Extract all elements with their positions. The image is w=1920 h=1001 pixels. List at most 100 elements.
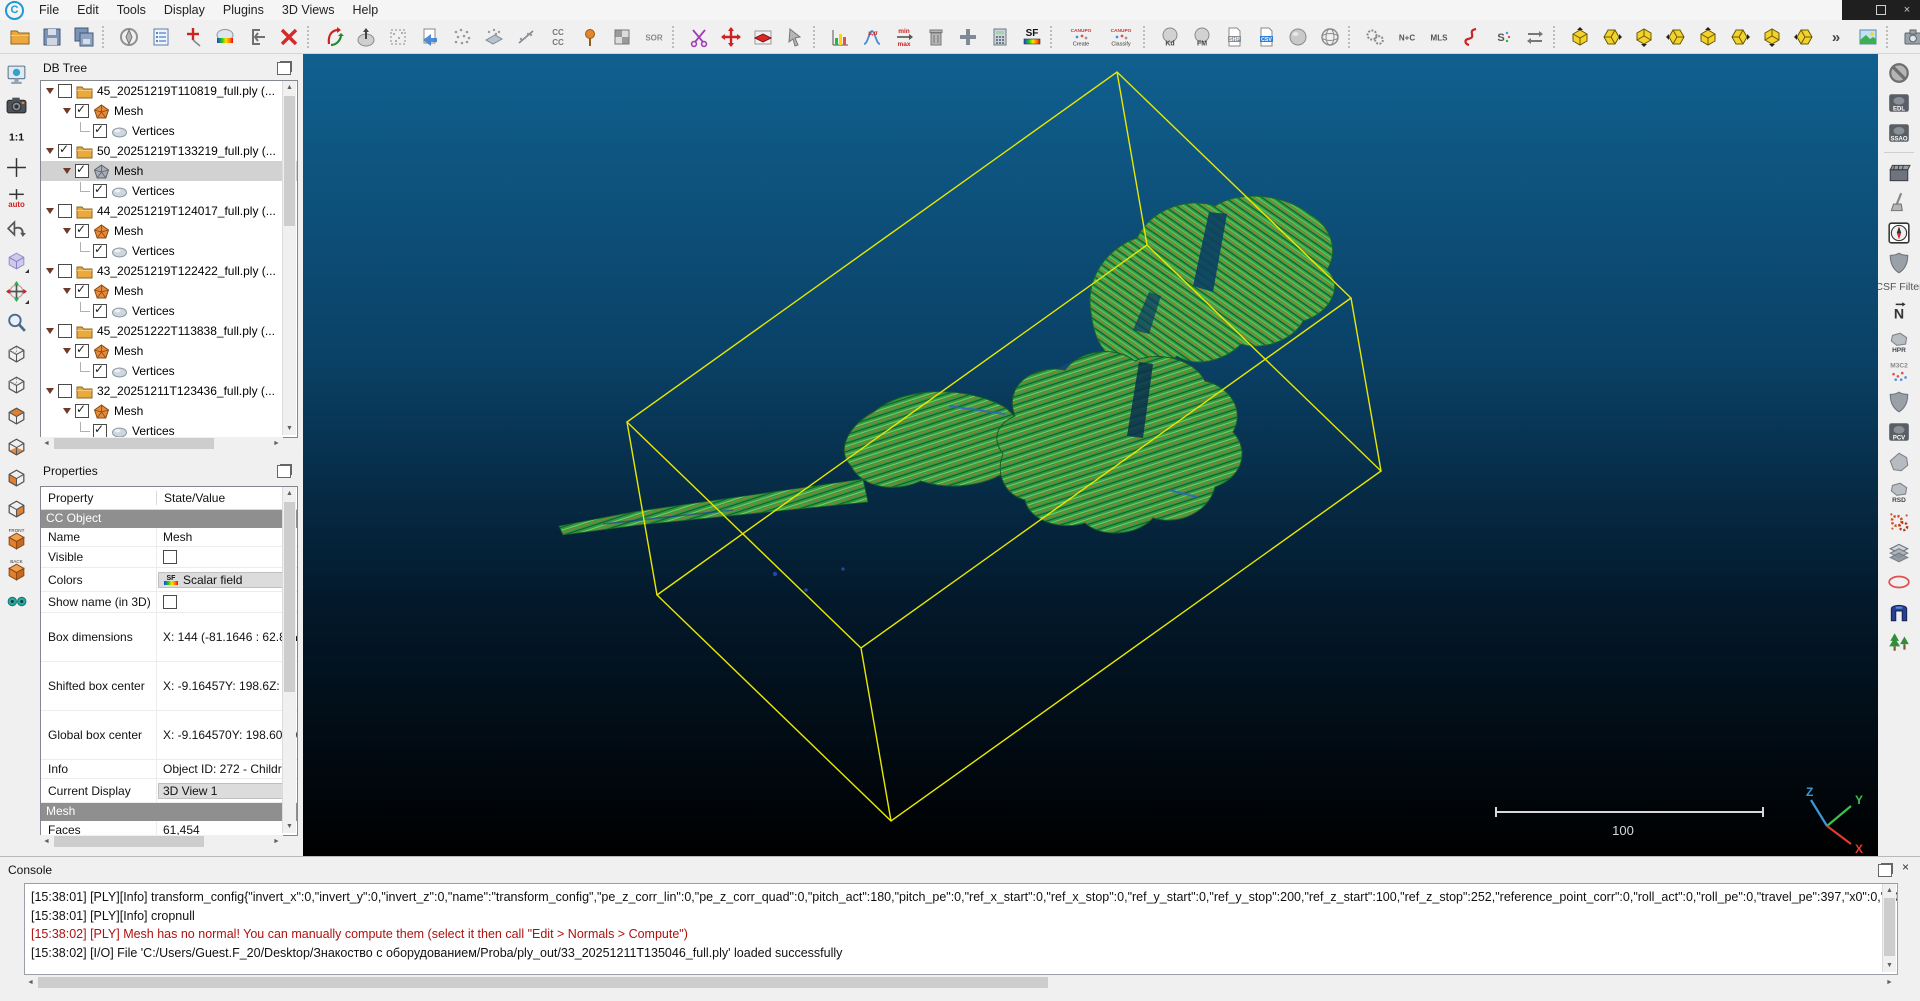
hough-plugin-button[interactable] (1887, 599, 1912, 624)
m3c2-plugin-button[interactable]: M3C2 (1887, 359, 1912, 384)
visible-checkbox[interactable] (163, 550, 177, 564)
db-tree-hscrollbar[interactable]: ◄ ► (40, 437, 283, 450)
segment-button[interactable] (685, 23, 713, 51)
box-tool-1-button[interactable] (1566, 23, 1594, 51)
rotate-view-button[interactable] (4, 217, 28, 241)
colors-dropdown[interactable]: SFScalar field (158, 572, 296, 588)
pivot-cross-button[interactable] (4, 155, 28, 179)
visibility-checkbox[interactable] (58, 324, 72, 338)
zoom-tool-button[interactable] (4, 310, 28, 334)
menu-tools[interactable]: Tools (108, 1, 155, 19)
canupo-classify-button[interactable]: CANUPOClassify (1103, 23, 1139, 51)
visibility-checkbox[interactable] (58, 264, 72, 278)
visibility-checkbox[interactable] (75, 284, 89, 298)
hpr-plugin-button[interactable]: HPR (1887, 329, 1912, 354)
toolbar-overflow-button[interactable]: » (1822, 23, 1850, 51)
broom-plugin-button[interactable] (1887, 190, 1912, 215)
sf-arithmetic-button[interactable] (986, 23, 1014, 51)
scroll-left-icon[interactable]: ◄ (40, 437, 53, 450)
pivot-auto-button[interactable]: auto (4, 186, 28, 210)
view-back-button[interactable]: BACK (4, 558, 28, 582)
db-tree-vthumb[interactable] (284, 96, 295, 226)
cross-section-button[interactable] (749, 23, 777, 51)
pick-point-button[interactable] (781, 23, 809, 51)
scroll-right-icon[interactable]: ► (270, 835, 283, 848)
open-button[interactable] (6, 23, 34, 51)
visibility-checkbox[interactable] (93, 424, 107, 438)
db-tree-vscrollbar[interactable]: ▲ ▼ (282, 81, 296, 435)
close-button[interactable]: × (1897, 1, 1917, 19)
statistical-test-button[interactable] (608, 23, 636, 51)
expand-arrow-icon[interactable] (63, 108, 71, 114)
view-iso-2-button[interactable] (4, 372, 28, 396)
s-dots-tool-button[interactable]: S (1489, 23, 1517, 51)
scroll-down-icon[interactable]: ▼ (283, 422, 296, 435)
hough-normals-button[interactable]: N (1887, 299, 1912, 324)
sphere-tool-button[interactable] (1284, 23, 1312, 51)
point-pair-align-button[interactable] (576, 23, 604, 51)
tree-item-vertices[interactable]: Vertices (41, 181, 297, 201)
bbox-display-button[interactable] (4, 248, 28, 272)
box-tool-4-button[interactable] (1662, 23, 1690, 51)
console-vscrollbar[interactable]: ▲ ▼ (1882, 884, 1896, 972)
current-display-dropdown[interactable]: 3D View 1 (158, 783, 296, 799)
menu-edit[interactable]: Edit (68, 1, 108, 19)
expand-arrow-icon[interactable] (63, 168, 71, 174)
display-options-button[interactable] (4, 62, 28, 86)
facets-plugin-button[interactable] (1887, 539, 1912, 564)
treeiso-plugin-button[interactable] (1887, 629, 1912, 654)
render-disabled-button[interactable] (1887, 60, 1912, 85)
visibility-checkbox[interactable] (58, 204, 72, 218)
properties-hscrollbar[interactable]: ◄ ► (40, 835, 283, 848)
s-curve-tool-button[interactable] (1457, 23, 1485, 51)
tree-item-mesh[interactable]: Mesh (41, 161, 297, 181)
properties-list-button[interactable] (147, 23, 175, 51)
console-hscrollbar[interactable]: ◄ ► (24, 976, 1896, 989)
console-vthumb[interactable] (1884, 898, 1895, 956)
box-tool-2-button[interactable] (1598, 23, 1626, 51)
scroll-down-icon[interactable]: ▼ (283, 820, 296, 833)
save-all-button[interactable] (70, 23, 98, 51)
visibility-checkbox[interactable] (75, 404, 89, 418)
tree-item-vertices[interactable]: Vertices (41, 421, 297, 438)
edl-shader-button[interactable]: EDL (1887, 90, 1912, 115)
sor-filter-button[interactable]: SOR (640, 23, 668, 51)
expand-arrow-icon[interactable] (63, 228, 71, 234)
menu-display[interactable]: Display (155, 1, 214, 19)
rsd-plugin-button[interactable]: RSD (1887, 479, 1912, 504)
expand-arrow-icon[interactable] (46, 88, 54, 94)
expand-arrow-icon[interactable] (63, 348, 71, 354)
expand-arrow-icon[interactable] (46, 148, 54, 154)
tree-item-mesh[interactable]: Mesh (41, 101, 297, 121)
canupo-plugin-button[interactable] (1887, 389, 1912, 414)
tree-item-mesh[interactable]: Mesh (41, 341, 297, 361)
stereo-eyes-button[interactable] (4, 589, 28, 613)
tree-item-vertices[interactable]: Vertices (41, 121, 297, 141)
menu-file[interactable]: File (30, 1, 68, 19)
menu-plugins[interactable]: Plugins (214, 1, 273, 19)
mesh-sampling-button[interactable] (416, 23, 444, 51)
menu-help[interactable]: Help (343, 1, 387, 19)
tree-item-mesh[interactable]: Mesh (41, 221, 297, 241)
csf-plugin-button[interactable] (1887, 250, 1912, 275)
plugin-gears-button[interactable] (1361, 23, 1389, 51)
save-button[interactable] (38, 23, 66, 51)
point-picking-button[interactable] (179, 23, 207, 51)
pcv-plugin-button[interactable]: PCV (1887, 419, 1912, 444)
view-right-button[interactable] (4, 496, 28, 520)
zoom-1-1-button[interactable]: 1:1 (4, 124, 28, 148)
add-sf-button[interactable] (954, 23, 982, 51)
tree-item-43-20251219t122422-full-ply[interactable]: 43_20251219T122422_full.ply (... (41, 261, 297, 281)
scroll-up-icon[interactable]: ▲ (283, 487, 296, 500)
compute-octree-button[interactable] (384, 23, 412, 51)
expand-arrow-icon[interactable] (63, 288, 71, 294)
tree-item-vertices[interactable]: Vertices (41, 301, 297, 321)
visibility-checkbox[interactable] (93, 244, 107, 258)
properties-vthumb[interactable] (284, 502, 295, 692)
ssao-shader-button[interactable]: SSAO (1887, 120, 1912, 145)
tree-item-44-20251219t124017-full-ply[interactable]: 44_20251219T124017_full.ply (... (41, 201, 297, 221)
expand-arrow-icon[interactable] (46, 328, 54, 334)
visibility-checkbox[interactable] (58, 84, 72, 98)
tree-item-mesh[interactable]: Mesh (41, 401, 297, 421)
sf-filter-min-max-button[interactable]: minmax (890, 23, 918, 51)
